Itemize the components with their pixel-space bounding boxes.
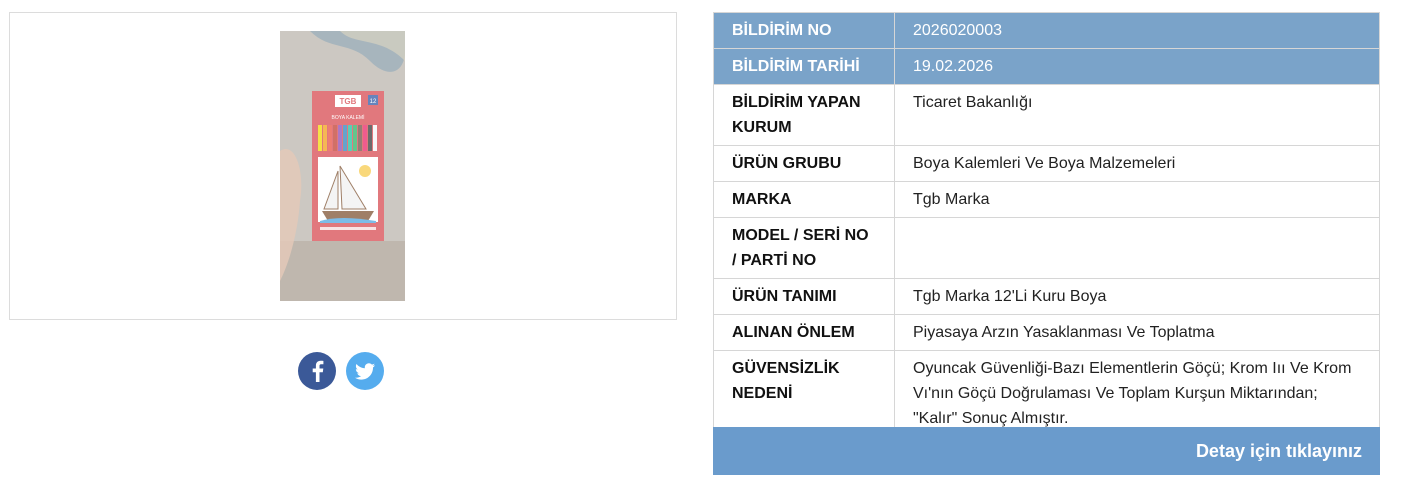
row-value: Boya Kalemleri Ve Boya Malzemeleri (894, 145, 1380, 182)
row-model-serial-batch: MODEL / SERİ NO / PARTİ NO (713, 217, 1380, 279)
notification-details-table: BİLDİRİM NO 2026020003 BİLDİRİM TARİHİ 1… (713, 12, 1380, 437)
row-label: ALINAN ÖNLEM (713, 314, 895, 351)
pencil-box: TGB 12 BOYA KALEMİ (312, 91, 384, 241)
row-product-description: ÜRÜN TANIMI Tgb Marka 12'Li Kuru Boya (713, 278, 1380, 315)
share-row (298, 352, 384, 390)
facebook-share-button[interactable] (298, 352, 336, 390)
box-count-text: 12 (370, 99, 377, 105)
row-value: Ticaret Bakanlığı (894, 84, 1380, 146)
row-label: ÜRÜN GRUBU (713, 145, 895, 182)
row-value: Tgb Marka (894, 181, 1380, 218)
row-value (894, 217, 1380, 279)
row-value: 2026020003 (894, 12, 1380, 49)
twitter-share-button[interactable] (346, 352, 384, 390)
row-label: ÜRÜN TANIMI (713, 278, 895, 315)
facebook-icon (312, 360, 324, 382)
row-label: GÜVENSİZLİK NEDENİ (713, 350, 895, 437)
product-photo[interactable]: TGB 12 BOYA KALEMİ (280, 31, 405, 301)
row-product-group: ÜRÜN GRUBU Boya Kalemleri Ve Boya Malzem… (713, 145, 1380, 182)
row-value: Piyasaya Arzın Yasaklanması Ve Toplatma (894, 314, 1380, 351)
product-image-box: TGB 12 BOYA KALEMİ (9, 12, 677, 320)
row-label: MODEL / SERİ NO / PARTİ NO (713, 217, 895, 279)
row-value: Oyuncak Güvenliği-Bazı Elementlerin Göçü… (894, 350, 1380, 437)
row-label: BİLDİRİM NO (713, 12, 895, 49)
row-brand: MARKA Tgb Marka (713, 181, 1380, 218)
row-value: 19.02.2026 (894, 48, 1380, 85)
row-value: Tgb Marka 12'Li Kuru Boya (894, 278, 1380, 315)
row-reporting-institution: BİLDİRİM YAPAN KURUM Ticaret Bakanlığı (713, 84, 1380, 146)
row-label: BİLDİRİM TARİHİ (713, 48, 895, 85)
row-label: BİLDİRİM YAPAN KURUM (713, 84, 895, 146)
twitter-icon (355, 363, 375, 380)
row-label: MARKA (713, 181, 895, 218)
row-risk-reason: GÜVENSİZLİK NEDENİ Oyuncak Güvenliği-Baz… (713, 350, 1380, 437)
row-notification-date: BİLDİRİM TARİHİ 19.02.2026 (713, 48, 1380, 85)
box-product-text: BOYA KALEMİ (332, 114, 365, 121)
box-brand-text: TGB (340, 97, 357, 106)
details-button[interactable]: Detay için tıklayınız (713, 427, 1380, 475)
row-measure-taken: ALINAN ÖNLEM Piyasaya Arzın Yasaklanması… (713, 314, 1380, 351)
row-notification-no: BİLDİRİM NO 2026020003 (713, 12, 1380, 49)
